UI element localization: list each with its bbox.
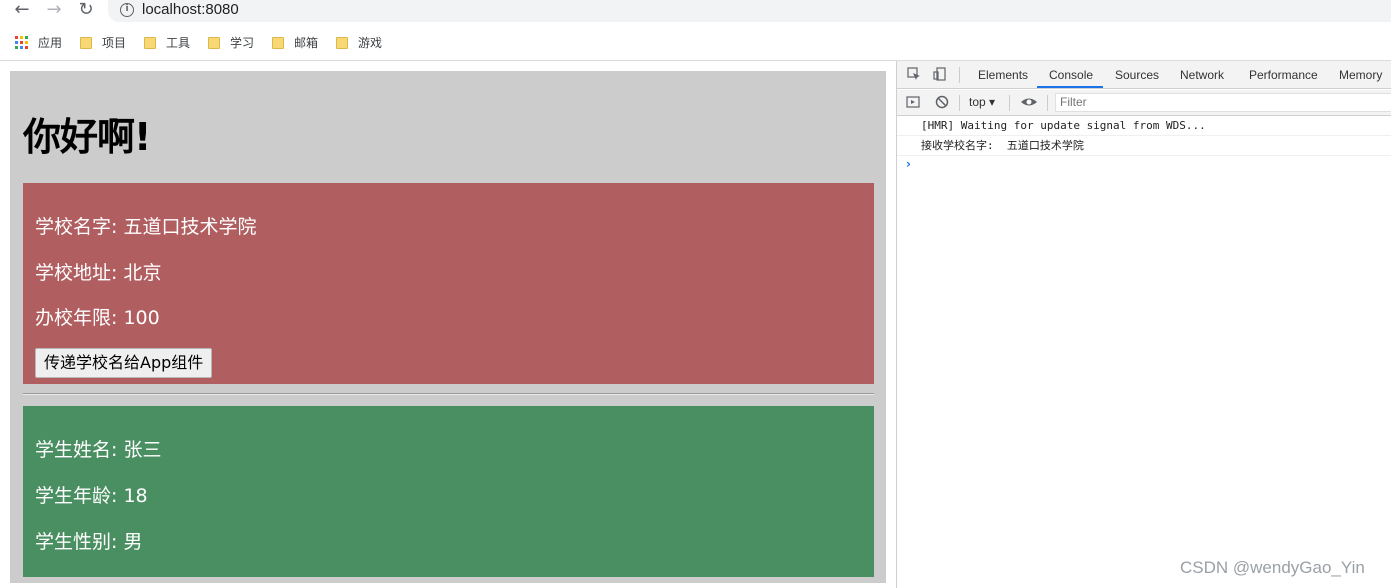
divider [23,393,874,395]
student-gender: 学生性别: 男 [35,531,143,553]
bookmark-label: 应用 [38,36,63,50]
device-toolbar-icon[interactable] [933,67,947,81]
devtools-panel: Elements Console Sources Network Perform… [896,61,1391,588]
school-address: 学校地址: 北京 [35,262,162,284]
folder-icon [208,36,220,49]
back-arrow-icon[interactable]: ← [10,0,34,20]
inspect-element-icon[interactable] [907,67,921,81]
bookmark-folder[interactable]: 项目 [80,34,126,51]
console-toolbar: top ▾ Filter [897,90,1391,116]
bookmark-folder[interactable]: 邮箱 [272,34,318,51]
folder-icon [336,36,348,49]
console-message: 接收学校名字: 五道口技术学院 [897,136,1391,156]
school-component: 学校名字: 五道口技术学院 学校地址: 北京 办校年限: 100 传递学校名给A… [23,183,874,384]
context-label: top [969,95,986,109]
console-prompt-icon[interactable]: › [906,157,911,171]
student-component: 学生姓名: 张三 学生年龄: 18 学生性别: 男 [23,406,874,577]
app-root: 你好啊! 学校名字: 五道口技术学院 学校地址: 北京 办校年限: 100 传递… [10,71,886,583]
tab-memory[interactable]: Memory [1339,68,1382,82]
separator [1009,95,1010,111]
address-bar[interactable]: i localhost:8080 [108,0,1391,22]
folder-icon [144,36,156,49]
student-age: 学生年龄: 18 [35,485,148,507]
folder-icon [80,36,92,49]
active-tab-indicator [1037,86,1103,88]
dropdown-arrow-icon: ▾ [989,95,996,109]
watermark: CSDN @wendyGao_Yin [1180,558,1365,577]
bookmark-folder[interactable]: 游戏 [336,34,382,51]
forward-arrow-icon[interactable]: → [42,0,66,20]
tab-performance[interactable]: Performance [1249,68,1318,82]
clear-console-icon[interactable] [935,95,949,109]
bookmark-label: 游戏 [358,36,383,50]
student-name: 学生姓名: 张三 [35,439,162,461]
tab-sources[interactable]: Sources [1115,68,1159,82]
send-school-name-button[interactable]: 传递学校名给App组件 [35,348,213,378]
tab-console[interactable]: Console [1049,68,1093,82]
bookmark-label: 项目 [102,36,127,50]
bookmark-label: 工具 [166,36,191,50]
school-name: 学校名字: 五道口技术学院 [35,216,257,238]
bookmark-folder[interactable]: 工具 [144,34,190,51]
bookmark-apps[interactable]: 应用 [15,34,62,51]
bookmark-folder[interactable]: 学习 [208,34,254,51]
tab-network[interactable]: Network [1180,68,1224,82]
tab-elements[interactable]: Elements [978,68,1028,82]
context-selector[interactable]: top ▾ [969,95,995,109]
bookmark-label: 邮箱 [294,36,319,50]
browser-toolbar: ← → ↻ i localhost:8080 [0,0,1391,24]
page-viewport: 你好啊! 学校名字: 五道口技术学院 学校地址: 北京 办校年限: 100 传递… [0,61,896,588]
apps-grid-icon [15,36,28,49]
devtools-tabbar: Elements Console Sources Network Perform… [897,61,1391,89]
bookmark-label: 学习 [230,36,255,50]
eye-icon[interactable] [1020,95,1038,109]
separator [959,67,960,83]
school-years: 办校年限: 100 [35,307,160,329]
url-text[interactable]: localhost:8080 [142,1,239,18]
separator [1047,95,1048,111]
page-title: 你好啊! [23,115,151,159]
bookmarks-bar: 应用 项目 工具 学习 邮箱 游戏 [0,30,1391,56]
console-message: [HMR] Waiting for update signal from WDS… [897,116,1391,136]
sidebar-toggle-icon[interactable] [906,95,920,109]
filter-input[interactable]: Filter [1055,93,1391,112]
folder-icon [272,36,284,49]
reload-icon[interactable]: ↻ [74,0,98,20]
separator [959,95,960,111]
info-icon[interactable]: i [120,3,134,17]
